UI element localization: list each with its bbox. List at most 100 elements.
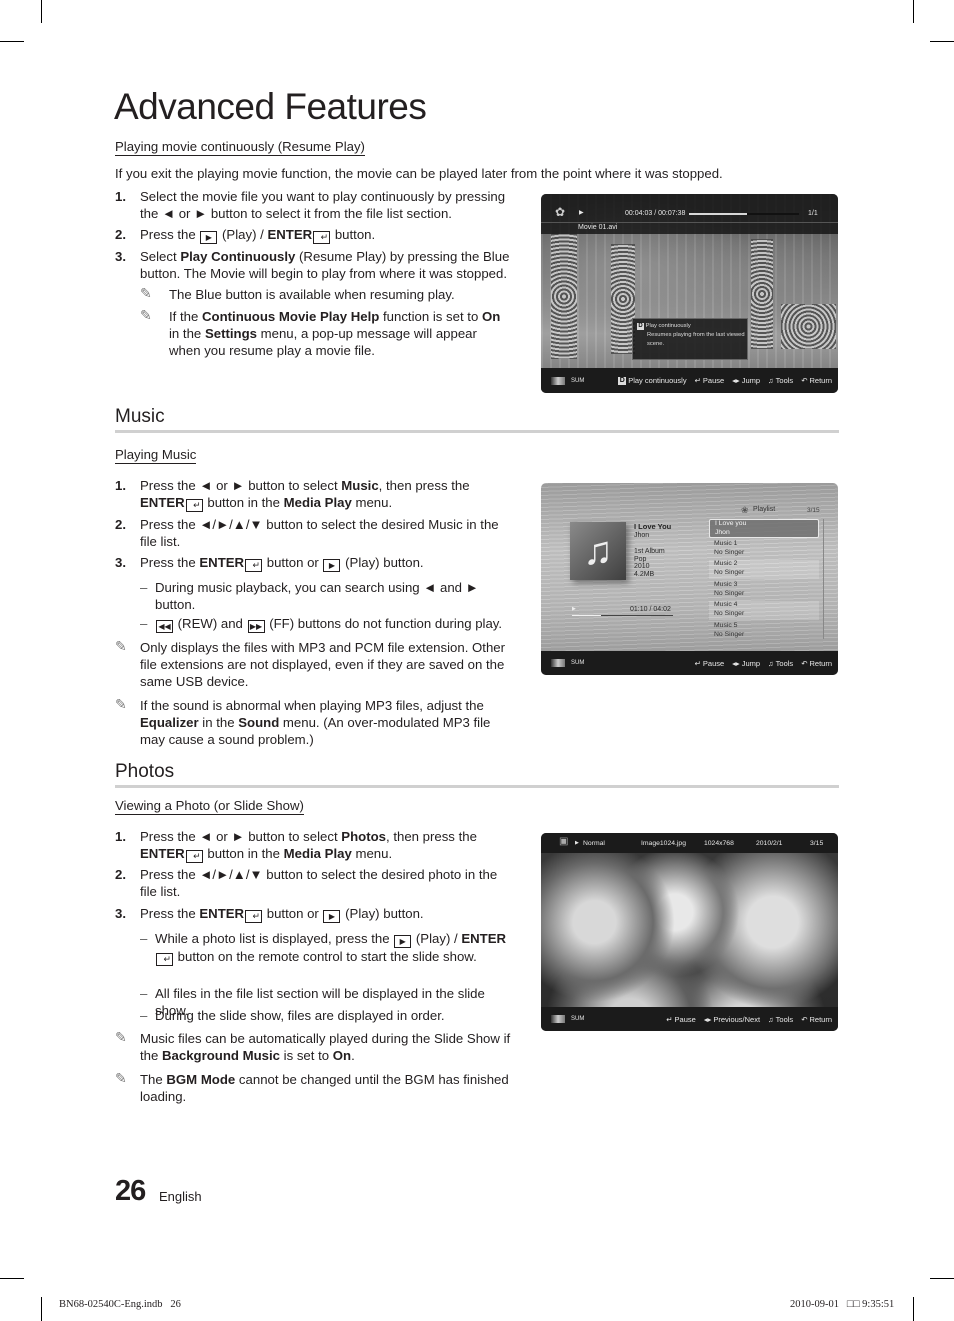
step-text: Press the — [140, 555, 200, 570]
movie-progress-bar[interactable] — [689, 213, 799, 215]
note-text: is set to — [279, 1048, 333, 1063]
resume-play-heading: Playing movie continuously (Resume Play) — [115, 139, 365, 156]
pause-button[interactable]: ↵ Pause — [695, 376, 725, 385]
movie-count: 1/1 — [808, 210, 818, 217]
song-title: I Love You — [634, 522, 672, 531]
pencil-note-icon: ✎ — [115, 638, 127, 654]
play-state-icon: ▶ — [575, 840, 579, 846]
play-key-icon: ▶ — [200, 231, 218, 244]
photo-info-bar: ▣ ▶ Normal Image1024.jpg 1024x768 2010/2… — [541, 833, 838, 853]
button-label: Return — [809, 658, 832, 668]
playlist-label: Playlist — [753, 506, 776, 513]
playlist-item[interactable]: Music 5 No Singer — [709, 622, 819, 641]
step-text: button. — [331, 227, 376, 242]
crop-mark — [41, 1297, 42, 1321]
return-button[interactable]: ↶ Return — [801, 659, 832, 668]
photos-note-1: ✎ Music files can be automatically playe… — [115, 1029, 515, 1064]
step-number: 3. — [115, 249, 126, 264]
track-title: Music 4 — [714, 601, 738, 608]
enter-icon: ↵ — [666, 1014, 673, 1024]
crop-mark — [930, 41, 954, 42]
playlist-item[interactable]: Music 2 No Singer — [709, 560, 819, 579]
step-text: (Play) button. — [341, 906, 424, 921]
album-art: ♫ — [570, 522, 626, 580]
music-note-1: ✎ Only displays the files with MP3 and P… — [115, 638, 510, 690]
photos-section-heading: Photos — [115, 761, 839, 788]
play-state-icon: ▶ — [572, 606, 576, 612]
button-label: Previous/Next — [713, 1014, 761, 1024]
playlist-item[interactable]: Music 3 No Singer — [709, 581, 819, 600]
note-bold: Continuous Movie Play Help — [202, 309, 380, 324]
pause-button[interactable]: ↵ Pause — [666, 1015, 696, 1024]
music-dash-2: – ◀◀ (REW) and ▶▶ (FF) buttons do not fun… — [140, 616, 503, 633]
note-bold: Settings — [204, 326, 257, 341]
track-artist: No Singer — [714, 589, 745, 597]
track-title: I Love you — [715, 520, 747, 527]
movie-time: 00:04:03 / 00:07:38 — [625, 210, 686, 217]
sum-icon — [551, 659, 565, 667]
enter-icon: ↵ — [694, 658, 701, 668]
step-text: menu. — [351, 495, 393, 510]
step-text: Select — [140, 249, 181, 264]
left-right-icon: ◂▸ — [732, 658, 740, 668]
photo-filename: Image1024.jpg — [641, 840, 686, 847]
blue-d-key-icon: D — [618, 376, 627, 385]
tools-button[interactable]: ♫ Tools — [768, 659, 793, 668]
step-text: button in the — [203, 495, 284, 510]
crop-mark — [913, 1297, 914, 1321]
dash-text: (FF) buttons do not function during play… — [265, 616, 503, 631]
music-dash-1: – During music playback, you can search u… — [140, 579, 510, 613]
return-button[interactable]: ↶ Return — [801, 376, 832, 385]
print-file-info: BN68-02540C-Eng.indb 26 — [59, 1299, 181, 1310]
enter-key-icon: ↵ — [313, 231, 331, 244]
pencil-note-icon: ✎ — [140, 307, 152, 323]
step-bold: ENTER — [140, 495, 185, 510]
step-text: button or — [263, 555, 323, 570]
step-bold: ENTER — [199, 906, 245, 921]
step-number: 1. — [115, 829, 126, 844]
music-note-2: ✎ If the sound is abnormal when playing … — [115, 696, 510, 748]
left-right-icon: ◂▸ — [703, 1014, 712, 1024]
resume-step-3: 3. Select Play Continuously (Resume Play… — [115, 248, 510, 282]
jump-button[interactable]: ◂▸ Jump — [732, 376, 760, 385]
step-text: (Play) button. — [341, 555, 424, 570]
tools-button[interactable]: ♫ Tools — [768, 376, 793, 385]
playlist-item[interactable]: Music 4 No Singer — [709, 601, 819, 620]
playing-music-heading: Playing Music — [115, 447, 197, 464]
viewing-photo-heading: Viewing a Photo (or Slide Show) — [115, 798, 304, 815]
return-icon: ↶ — [801, 1014, 808, 1024]
photos-step-1: 1. Press the ◄ or ► button to select Pho… — [115, 828, 510, 863]
tools-button[interactable]: ♫ Tools — [768, 1015, 793, 1024]
apples-photo — [541, 833, 838, 1031]
play-continuously-button[interactable]: D Play continuously — [618, 376, 687, 385]
playlist-scrollbar[interactable] — [823, 519, 824, 639]
dash-text: While a photo list is displayed, press t… — [155, 931, 394, 946]
tools-icon: ♫ — [768, 658, 774, 668]
button-label: Return — [809, 376, 832, 385]
play-key-icon: ▶ — [323, 559, 341, 572]
step-text: Select the movie file you want to play c… — [140, 189, 506, 221]
note-text: The — [140, 1072, 167, 1087]
resume-step-2: 2. Press the ▶ (Play) / ENTER ↵ button. — [115, 226, 510, 244]
return-icon: ↶ — [801, 376, 808, 385]
song-progress-bar[interactable] — [572, 615, 673, 616]
button-label: Tools — [775, 376, 794, 385]
dash-text: During music playback, you can search us… — [155, 580, 479, 612]
track-artist: No Singer — [714, 630, 745, 638]
step-bold: ENTER — [199, 555, 245, 570]
step-bold: Play Continuously — [180, 249, 296, 264]
jump-button[interactable]: ◂▸ Jump — [732, 659, 760, 668]
sum-label: SUM — [571, 377, 585, 384]
crop-mark — [0, 41, 24, 42]
previous-next-button[interactable]: ◂▸ Previous/Next — [704, 1015, 760, 1024]
pause-button[interactable]: ↵ Pause — [695, 659, 725, 668]
movie-filename: Movie 01.avi — [578, 224, 618, 231]
playlist-item[interactable]: Music 1 No Singer — [709, 540, 819, 559]
playlist-item[interactable]: I Love you Jhon — [709, 519, 819, 538]
return-button[interactable]: ↶ Return — [801, 1015, 832, 1024]
song-progress-fill — [572, 615, 602, 616]
movie-info-bar: ✿ ▶ 00:04:03 / 00:07:38 1/1 Movie 01.avi — [541, 194, 838, 234]
button-label: Pause — [702, 658, 725, 668]
sum-label: SUM — [571, 660, 585, 666]
print-timestamp: 2010-09-01 □□ 9:35:51 — [790, 1299, 895, 1310]
